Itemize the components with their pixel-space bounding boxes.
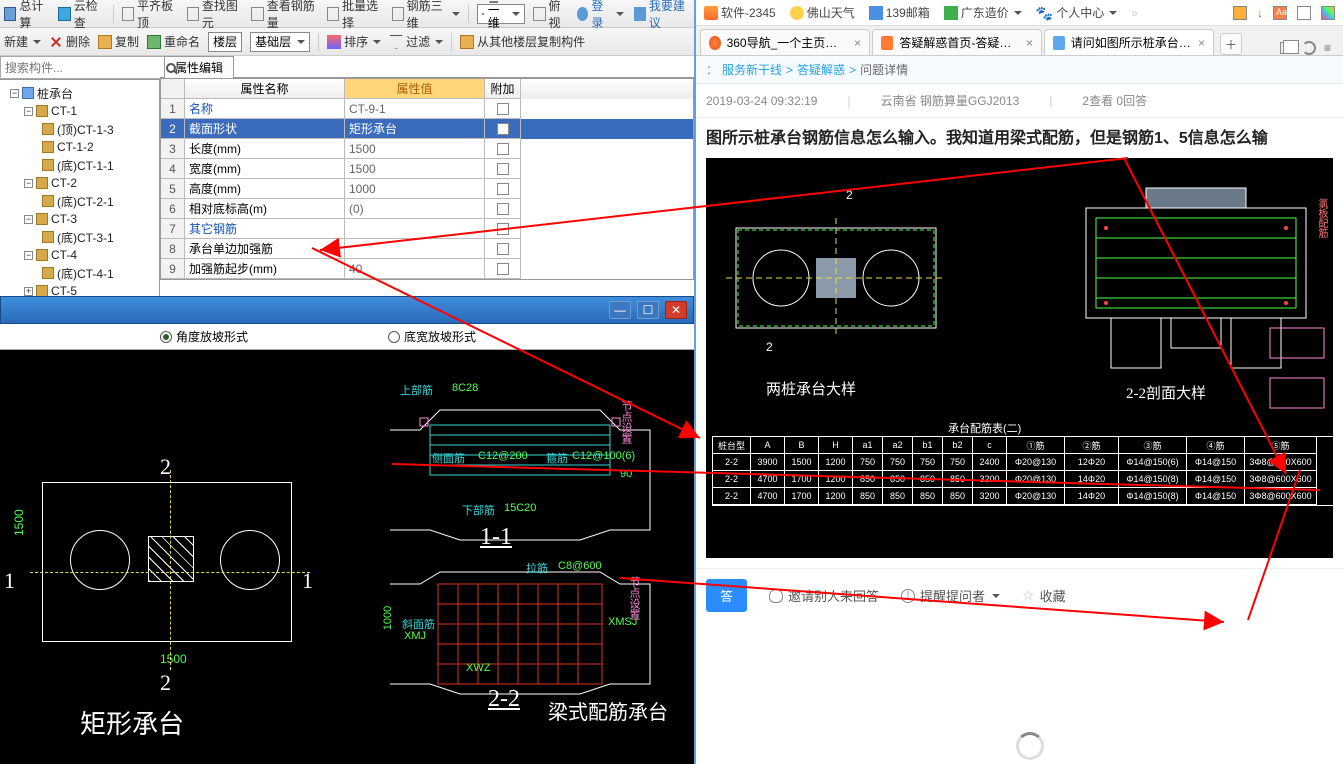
slope-mode-radios: 角度放坡形式 底宽放坡形式 [0,324,694,350]
question-title: 图所示桩承台钢筋信息怎么输入。我知道用梁式配筋，但是钢筋1、5信息怎么输 [696,118,1343,158]
suggest-link[interactable]: 我要建议 [634,0,690,31]
invite-answer-link[interactable]: 邀请别人来回答 [769,586,879,605]
answer-actions: 答 邀请别人来回答 !提醒提问者 ☆收藏 [696,568,1343,622]
post-region: 云南省 钢筋算量GGJ2013 [881,92,1020,109]
crumb-current: 问题详情 [860,61,908,78]
dialog-titlebar[interactable]: — ☐ ✕ [0,296,694,324]
property-row[interactable]: 6 相对底标高(m) (0) [161,199,693,219]
cad-image-right[interactable]: 2 两桩承台大样 2 2-2剖面大样 氯板配筋 承台配筋表(二) [706,158,1333,558]
copy-from-other-button[interactable]: 从其他楼层复制构件 [460,33,585,50]
copy-button[interactable]: 复制 [98,33,139,50]
cad-canvas-left[interactable]: 1500 1500 1 1 2 2 矩形承台 上部筋 8C28 侧面筋 [0,350,694,764]
breadcrumb: ： 服务新干线 > 答疑解惑 > 问题详情 [696,56,1343,84]
question-meta: 2019-03-24 09:32:19 | 云南省 钢筋算量GGJ2013 | … [696,84,1343,118]
ext-icon[interactable] [1297,6,1311,20]
ext-icon[interactable] [1321,6,1335,20]
property-row[interactable]: 4 宽度(mm) 1500 [161,159,693,179]
sort-button[interactable]: 排序 [327,33,381,50]
view-steel-qty-button[interactable]: 查看钢筋量 [251,0,318,31]
property-grid[interactable]: 属性名称 属性值 附加 1 名称 CT-9-1 2 截面形状 矩形承台 3 长度… [160,78,694,280]
overhead-button[interactable]: 俯视 [533,0,569,31]
close-button[interactable]: ✕ [665,301,687,319]
steel-3d-button[interactable]: 钢筋三维 [392,0,460,31]
floor-label: 楼层 [208,32,242,52]
crumb-root[interactable]: 服务新干线 [722,61,782,78]
width-slope-radio[interactable]: 底宽放坡形式 [388,328,476,345]
maximize-button[interactable]: ☐ [637,301,659,319]
property-row[interactable]: 8 承台单边加强筋 [161,239,693,259]
bookmark-bar: 软件-2345 佛山天气 139邮箱 广东造价 🐾个人中心 » ↓ Aa [696,0,1343,26]
ext-icon[interactable]: Aa [1273,6,1287,20]
remind-asker-link[interactable]: !提醒提问者 [901,586,1000,605]
find-element-button[interactable]: 查找图元 [187,0,244,31]
property-row[interactable]: 7 其它钢筋 [161,219,693,239]
favorite-link[interactable]: ☆收藏 [1022,586,1066,605]
ext-icon[interactable] [1233,6,1247,20]
property-row[interactable]: 2 截面形状 矩形承台 [161,119,693,139]
close-icon[interactable]: × [854,36,861,50]
delete-button[interactable]: 删除 [49,33,90,50]
search-input[interactable] [0,56,165,79]
answer-button[interactable]: 答 [706,579,747,612]
tab-qa-home[interactable]: 答疑解惑首页-答疑解惑…× [872,29,1042,55]
user-icon [769,589,783,603]
search-icon [166,63,176,73]
bookmark-2345[interactable]: 软件-2345 [704,4,776,21]
window-layout-icon[interactable] [1280,42,1294,54]
tab-current-question[interactable]: 请问如图所示桩承台钢筋…× [1044,29,1214,55]
section-dialog: — ☐ ✕ 角度放坡形式 底宽放坡形式 1500 1500 1 1 2 2 矩形… [0,296,694,764]
view-2d-select[interactable]: 二维 [477,4,526,24]
loading-spinner-icon [1016,732,1044,760]
foundation-layer-select[interactable]: 基础层 [250,32,310,52]
property-row[interactable]: 5 高度(mm) 1000 [161,179,693,199]
menu-icon[interactable]: ≡ [1324,41,1331,55]
property-row[interactable]: 9 加强筋起步(mm) 40 [161,259,693,279]
rebar-table: 桩台型 A B H a1 a2 b1 b2 c ①筋 ②筋 ③筋 ④筋 ⑤筋 2… [712,436,1333,506]
batch-select-button[interactable]: 批量选择 [327,0,384,31]
angle-slope-radio[interactable]: 角度放坡形式 [160,328,248,345]
login-link[interactable]: 登录 [577,0,624,31]
bookmark-139mail[interactable]: 139邮箱 [869,4,930,21]
new-button[interactable]: 新建 [4,33,41,50]
expander-icon[interactable]: − [10,89,19,98]
info-icon: ! [901,589,915,603]
browser-pane: 软件-2345 佛山天气 139邮箱 广东造价 🐾个人中心 » ↓ Aa 360… [694,0,1343,764]
property-tab[interactable]: 属性编辑 [160,56,694,78]
bookmark-personal[interactable]: 🐾个人中心 [1036,4,1117,21]
ext-icon[interactable]: ↓ [1257,6,1263,20]
minimize-button[interactable]: — [609,301,631,319]
main-toolbar: 总计算 云检查 平齐板顶 查找图元 查看钢筋量 批量选择 钢筋三维 二维 俯视 … [0,0,694,28]
close-icon[interactable]: × [1198,36,1205,50]
close-icon[interactable]: × [1026,36,1033,50]
property-row[interactable]: 1 名称 CT-9-1 [161,99,693,119]
browser-tabs: 360导航_一个主页，整个…× 答疑解惑首页-答疑解惑…× 请问如图所示桩承台钢… [696,26,1343,56]
filter-button[interactable]: 过滤 [389,33,443,50]
crumb-section[interactable]: 答疑解惑 [797,61,845,78]
star-icon: ☆ [1022,587,1035,604]
bookmark-gdcost[interactable]: 广东造价 [944,4,1022,21]
post-views: 2查看 0回答 [1082,92,1147,109]
edit-toolbar: 新建 删除 复制 重命名 楼层 基础层 排序 过滤 从其他楼层复制构件 [0,28,694,56]
property-row[interactable]: 3 长度(mm) 1500 [161,139,693,159]
rename-button[interactable]: 重命名 [147,33,200,50]
new-tab-button[interactable]: ＋ [1220,33,1242,55]
tab-360nav[interactable]: 360导航_一个主页，整个…× [700,29,870,55]
bookmark-weather[interactable]: 佛山天气 [790,4,855,21]
flat-board-top-button[interactable]: 平齐板顶 [122,0,179,31]
refresh-icon[interactable] [1302,41,1316,55]
cloud-check-button[interactable]: 云检查 [58,0,104,31]
calc-button[interactable]: 总计算 [4,0,50,31]
post-time: 2019-03-24 09:32:19 [706,94,817,108]
left-construction-app: 总计算 云检查 平齐板顶 查找图元 查看钢筋量 批量选择 钢筋三维 二维 俯视 … [0,0,694,764]
